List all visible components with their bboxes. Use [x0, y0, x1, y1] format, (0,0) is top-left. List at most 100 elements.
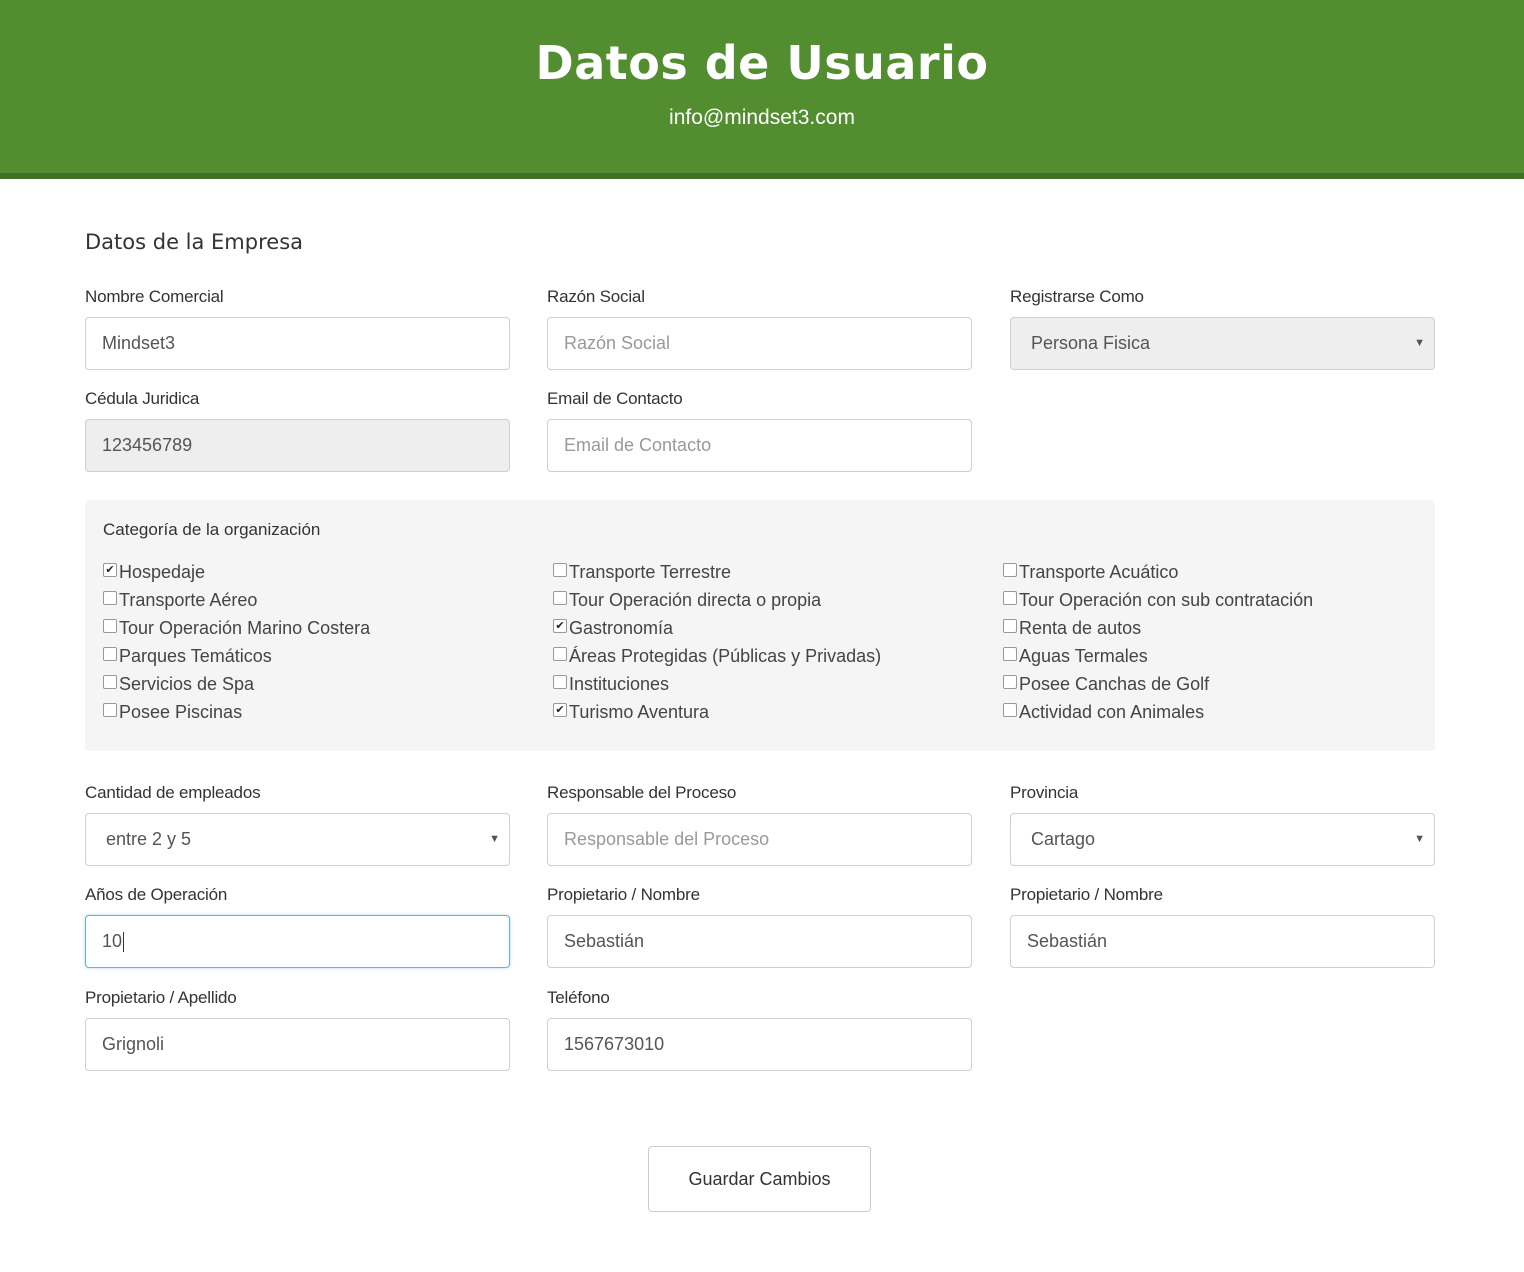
anos-operacion-label: Años de Operación: [85, 885, 228, 904]
header-email: info@mindset3.com: [669, 106, 855, 129]
propietario-nombre-input-2[interactable]: Sebastián: [1010, 915, 1435, 968]
category-item[interactable]: Transporte Acuático: [1003, 560, 1443, 588]
category-item[interactable]: Tour Operación Marino Costera: [103, 616, 543, 644]
category-item[interactable]: Renta de autos: [1003, 616, 1443, 644]
category-column-2: Transporte Terrestre Tour Operación direc…: [553, 560, 993, 728]
category-item[interactable]: Parques Temáticos: [103, 644, 543, 672]
category-item[interactable]: Servicios de Spa: [103, 672, 543, 700]
category-item[interactable]: Tour Operación con sub contratación: [1003, 588, 1443, 616]
cantidad-empleados-select[interactable]: entre 2 y 5 ▼: [85, 813, 510, 866]
category-label: Servicios de Spa: [119, 674, 255, 694]
category-checkbox[interactable]: [553, 703, 567, 717]
category-column-1: Hospedaje Transporte Aéreo Tour Operación …: [103, 560, 543, 728]
anos-operacion-input[interactable]: 10: [85, 915, 510, 968]
provincia-field: Provincia Cartago ▼: [1010, 782, 1435, 866]
cedula-juridica-field: Cédula Juridica 123456789: [85, 388, 510, 472]
cedula-juridica-input[interactable]: 123456789: [85, 419, 510, 472]
page-title: Datos de Usuario: [535, 36, 989, 90]
anos-operacion-field: Años de Operación 10: [85, 884, 510, 968]
telefono-input[interactable]: 1567673010: [547, 1018, 972, 1071]
propietario-apellido-input[interactable]: Grignoli: [85, 1018, 510, 1071]
responsable-proceso-input[interactable]: Responsable del Proceso: [547, 813, 972, 866]
cantidad-empleados-label: Cantidad de empleados: [85, 783, 261, 802]
category-label: Tour Operación con sub contratación: [1019, 590, 1314, 610]
category-item[interactable]: Aguas Termales: [1003, 644, 1443, 672]
category-label: Instituciones: [569, 674, 670, 694]
category-checkbox[interactable]: [103, 675, 117, 689]
anos-operacion-value: 10: [102, 931, 123, 951]
nombre-comercial-input[interactable]: Mindset3: [85, 317, 510, 370]
category-checkbox[interactable]: [103, 703, 117, 717]
category-label: Parques Temáticos: [119, 646, 272, 666]
category-title: Categoría de la organización: [103, 520, 321, 539]
category-item[interactable]: Gastronomía: [553, 616, 993, 644]
category-item[interactable]: Posee Piscinas: [103, 700, 543, 728]
category-label: Transporte Terrestre: [569, 562, 732, 582]
email-contacto-field: Email de Contacto Email de Contacto: [547, 388, 972, 472]
propietario-nombre-field: Propietario / Nombre Sebastián: [547, 884, 972, 968]
razon-social-input[interactable]: Razón Social: [547, 317, 972, 370]
category-checkbox[interactable]: [1003, 675, 1017, 689]
responsable-proceso-field: Responsable del Proceso Responsable del …: [547, 782, 972, 866]
propietario-nombre-field-2: Propietario / Nombre Sebastián: [1010, 884, 1435, 968]
category-item[interactable]: Áreas Protegidas (Públicas y Privadas): [553, 644, 993, 672]
category-label: Renta de autos: [1019, 618, 1142, 638]
provincia-value: Cartago: [1031, 829, 1096, 849]
nombre-comercial-field: Nombre Comercial Mindset3: [85, 286, 510, 370]
category-item[interactable]: Hospedaje: [103, 560, 543, 588]
category-checkbox[interactable]: [1003, 619, 1017, 633]
text-cursor: [123, 932, 125, 953]
propietario-apellido-field: Propietario / Apellido Grignoli: [85, 987, 510, 1071]
category-checkbox[interactable]: [1003, 703, 1017, 717]
category-checkbox[interactable]: [553, 619, 567, 633]
email-contacto-input[interactable]: Email de Contacto: [547, 419, 972, 472]
propietario-nombre-label: Propietario / Nombre: [547, 885, 700, 904]
category-item[interactable]: Instituciones: [553, 672, 993, 700]
category-label: Posee Canchas de Golf: [1019, 674, 1210, 694]
category-item[interactable]: Transporte Terrestre: [553, 560, 993, 588]
category-checkbox[interactable]: [553, 591, 567, 605]
propietario-nombre-input[interactable]: Sebastián: [547, 915, 972, 968]
category-checkbox[interactable]: [103, 647, 117, 661]
section-title: Datos de la Empresa: [85, 230, 303, 254]
provincia-label: Provincia: [1010, 783, 1079, 802]
telefono-label: Teléfono: [547, 988, 610, 1007]
page-header: Datos de Usuario info@mindset3.com: [0, 0, 1524, 179]
category-item[interactable]: Posee Canchas de Golf: [1003, 672, 1443, 700]
registrarse-como-select[interactable]: Persona Fisica ▼: [1010, 317, 1435, 370]
email-contacto-label: Email de Contacto: [547, 389, 683, 408]
category-checkbox[interactable]: [103, 563, 117, 577]
category-checkbox[interactable]: [103, 591, 117, 605]
cantidad-empleados-value: entre 2 y 5: [106, 829, 192, 849]
category-checkbox[interactable]: [1003, 591, 1017, 605]
category-label: Turismo Aventura: [569, 702, 710, 722]
responsable-proceso-label: Responsable del Proceso: [547, 783, 737, 802]
chevron-down-icon: ▼: [1414, 337, 1425, 349]
nombre-comercial-label: Nombre Comercial: [85, 287, 224, 306]
category-checkbox[interactable]: [103, 619, 117, 633]
propietario-nombre-label-2: Propietario / Nombre: [1010, 885, 1163, 904]
razon-social-label: Razón Social: [547, 287, 645, 306]
telefono-field: Teléfono 1567673010: [547, 987, 972, 1071]
chevron-down-icon: ▼: [1414, 833, 1425, 845]
category-label: Aguas Termales: [1019, 646, 1148, 666]
category-checkbox[interactable]: [553, 647, 567, 661]
category-label: Gastronomía: [569, 618, 674, 638]
category-checkbox[interactable]: [1003, 647, 1017, 661]
category-item[interactable]: Turismo Aventura: [553, 700, 993, 728]
chevron-down-icon: ▼: [489, 833, 500, 845]
category-item[interactable]: Transporte Aéreo: [103, 588, 543, 616]
category-label: Transporte Acuático: [1019, 562, 1179, 582]
category-label: Posee Piscinas: [119, 702, 243, 722]
category-item[interactable]: Actividad con Animales: [1003, 700, 1443, 728]
save-button[interactable]: Guardar Cambios: [648, 1146, 871, 1212]
provincia-select[interactable]: Cartago ▼: [1010, 813, 1435, 866]
category-label: Tour Operación Marino Costera: [119, 618, 371, 638]
cedula-juridica-label: Cédula Juridica: [85, 389, 200, 408]
category-checkbox[interactable]: [553, 675, 567, 689]
category-item[interactable]: Tour Operación directa o propia: [553, 588, 993, 616]
category-checkbox[interactable]: [553, 563, 567, 577]
category-panel: Categoría de la organización Hospedaje Tr…: [85, 500, 1435, 751]
registrarse-como-value: Persona Fisica: [1031, 333, 1151, 353]
category-checkbox[interactable]: [1003, 563, 1017, 577]
